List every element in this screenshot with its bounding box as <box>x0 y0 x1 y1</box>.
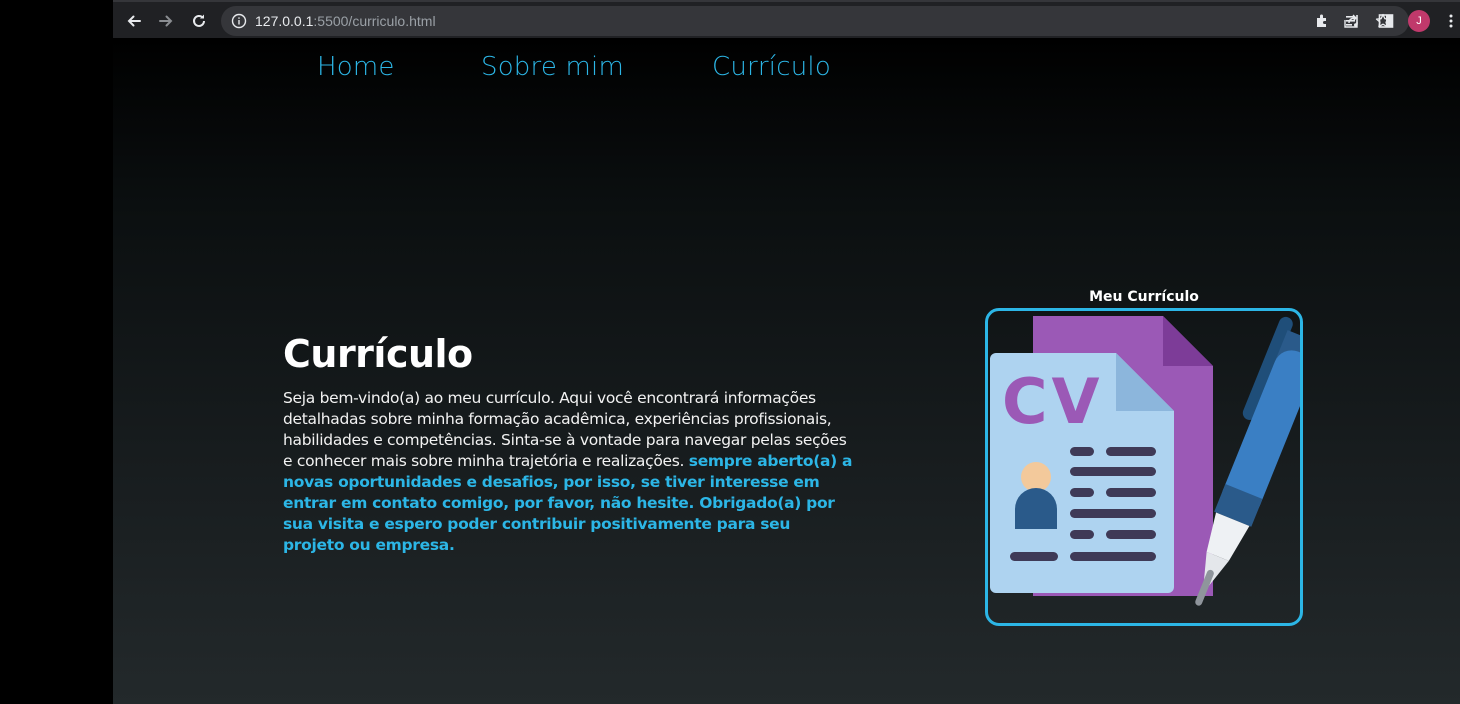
url-path: :5500/curriculo.html <box>313 13 436 29</box>
url-host: 127.0.0.1 <box>255 13 314 29</box>
nav-home[interactable]: Home <box>317 52 395 82</box>
page-content: Home Sobre mim Currículo Currículo Seja … <box>113 38 1460 704</box>
cv-letters: CV <box>1002 365 1103 438</box>
text-line <box>1070 552 1156 561</box>
nav-sobre-mim[interactable]: Sobre mim <box>481 52 624 82</box>
profile-avatar[interactable]: J <box>1408 10 1430 32</box>
cv-caption: Meu Currículo <box>1089 289 1199 305</box>
text-line <box>1070 509 1156 518</box>
text-line <box>1106 530 1156 539</box>
reload-button[interactable] <box>186 8 212 34</box>
page-title: Currículo <box>283 332 473 376</box>
side-panel-icon[interactable] <box>1378 13 1394 29</box>
left-black-area <box>0 0 113 704</box>
text-line <box>1070 447 1094 456</box>
back-document-fold <box>1163 316 1213 366</box>
nav-curriculo[interactable]: Currículo <box>712 52 831 82</box>
text-line <box>1070 530 1094 539</box>
url-text: 127.0.0.1:5500/curriculo.html <box>255 12 436 30</box>
menu-dots-icon[interactable] <box>1443 13 1459 29</box>
cv-illustration: CV <box>990 316 1300 606</box>
text-line <box>1106 488 1156 497</box>
info-icon[interactable] <box>231 13 247 29</box>
back-button[interactable] <box>121 8 147 34</box>
text-line <box>1010 552 1058 561</box>
text-line <box>1070 488 1094 497</box>
media-icon[interactable] <box>1345 13 1361 29</box>
forward-button[interactable] <box>153 8 179 34</box>
intro-paragraph: Seja bem-vindo(a) ao meu currículo. Aqui… <box>283 388 855 556</box>
cv-image-card[interactable]: CV <box>985 308 1303 626</box>
back-arrow-icon <box>127 15 141 27</box>
reload-icon <box>193 14 205 27</box>
extensions-icon[interactable] <box>1314 13 1330 29</box>
browser-toolbar: 127.0.0.1:5500/curriculo.html J <box>113 0 1460 38</box>
person-head <box>1021 462 1051 492</box>
address-bar[interactable]: 127.0.0.1:5500/curriculo.html <box>221 6 1409 36</box>
person-body <box>1015 488 1057 529</box>
forward-arrow-icon <box>159 15 173 27</box>
text-line <box>1070 467 1156 476</box>
browser-window: 127.0.0.1:5500/curriculo.html J Home Sob… <box>113 0 1460 704</box>
text-line <box>1106 447 1156 456</box>
